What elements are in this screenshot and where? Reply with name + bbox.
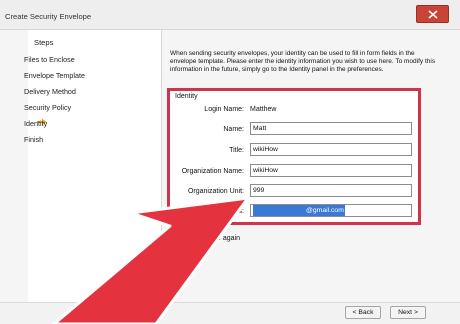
do-not-show-again-label[interactable]: Do not show again (182, 235, 240, 242)
name-field[interactable]: Matt (250, 122, 412, 135)
step-files-to-enclose[interactable]: Files to Enclose (24, 55, 75, 64)
email-value: @gmail.com (306, 207, 344, 214)
step-security-policy[interactable]: Security Policy (24, 103, 71, 112)
close-icon (428, 10, 438, 19)
login-name-value: Matthew (250, 106, 277, 113)
instructions-text: When sending security envelopes, your id… (170, 50, 436, 74)
next-button[interactable]: Next > (390, 306, 426, 319)
organization-unit-label: Organization Unit: (187, 188, 244, 195)
organization-name-label: Organization Name: (181, 168, 244, 175)
organization-name-field[interactable]: wikiHow (250, 164, 412, 177)
back-button[interactable]: < Back (345, 306, 381, 319)
identity-heading: Identity (175, 93, 198, 100)
steps-heading: Steps (34, 38, 54, 47)
close-button[interactable] (416, 5, 449, 23)
title-label: Title: (229, 147, 244, 154)
email-address-field[interactable]: @gmail.com (250, 204, 412, 217)
do-not-show-again-checkbox[interactable] (171, 236, 179, 244)
email-address-label: Email Address: (197, 208, 244, 215)
login-name-label: Login Name: (204, 106, 244, 113)
title-bar: Create Security Envelope (0, 0, 460, 30)
step-delivery-method[interactable]: Delivery Method (24, 87, 76, 96)
title-field[interactable]: wikiHow (250, 143, 412, 156)
window-title: Create Security Envelope (5, 12, 92, 21)
email-selected-text: @gmail.com (253, 205, 345, 216)
name-label: Name: (223, 126, 244, 133)
organization-unit-field[interactable]: 999 (250, 184, 412, 197)
step-identity[interactable]: Identity (24, 119, 47, 128)
step-finish[interactable]: Finish (24, 135, 43, 144)
step-envelope-template[interactable]: Envelope Template (24, 71, 85, 80)
